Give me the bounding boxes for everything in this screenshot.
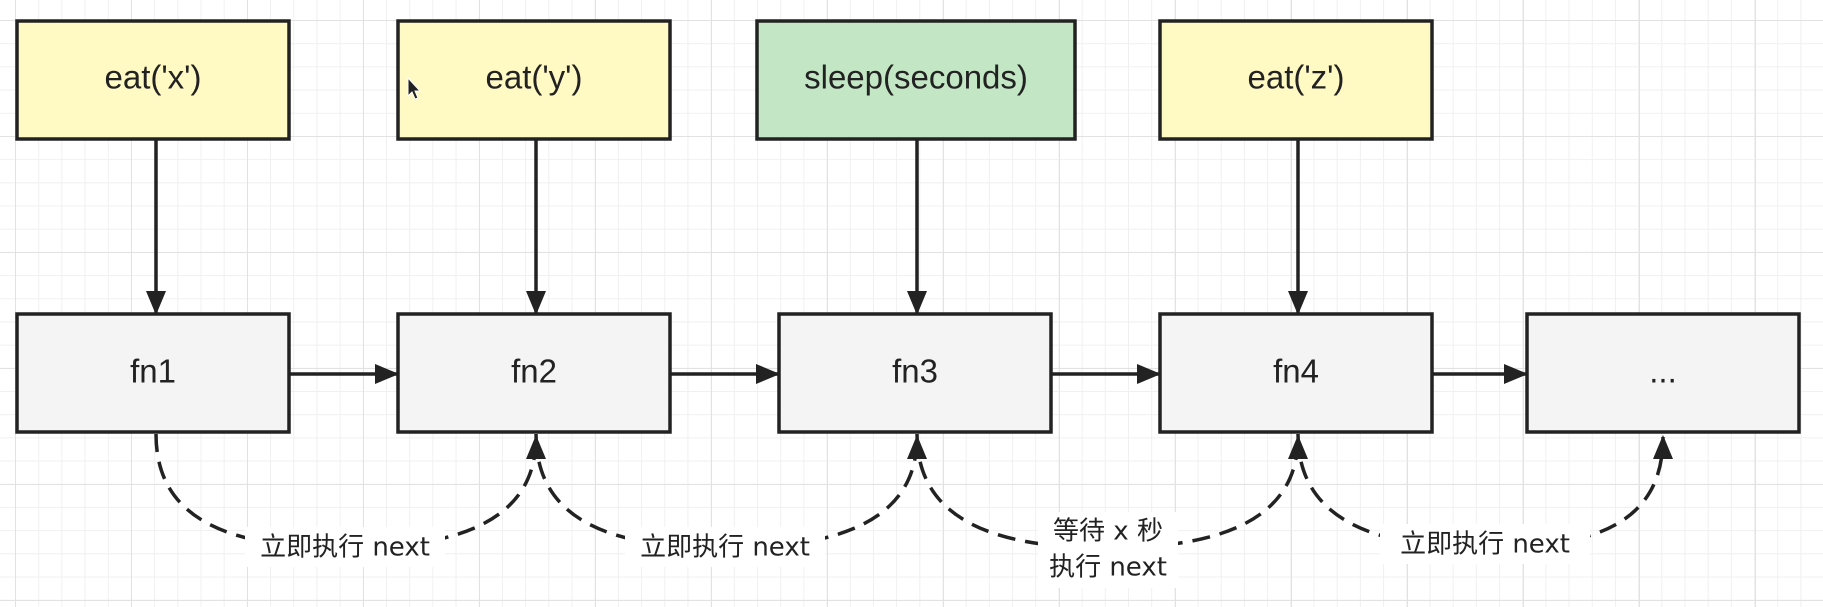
call-node-eat-z-label: eat('z')	[1248, 59, 1345, 96]
call-node-eat-y: eat('y')	[396, 19, 672, 141]
fn-node-4: fn4	[1158, 312, 1434, 434]
fn-node-1-label: fn1	[130, 353, 176, 390]
fn-node-3: fn3	[777, 312, 1053, 434]
fn-node-3-label: fn3	[892, 353, 938, 390]
edge-label-fn1-fn2: 立即执行 next	[260, 533, 430, 563]
fn-node-more: ...	[1525, 312, 1801, 434]
fn-node-4-label: fn4	[1273, 353, 1319, 390]
fn-node-more-label: ...	[1649, 353, 1677, 390]
fn-node-1: fn1	[15, 312, 291, 434]
fn-node-2: fn2	[396, 312, 672, 434]
call-node-eat-x: eat('x')	[15, 19, 291, 141]
call-node-eat-y-label: eat('y')	[486, 59, 583, 96]
flow-diagram: eat('x') eat('y') sleep(seconds) eat('z'…	[15, 19, 1801, 588]
edge-label-fn3-fn4-line2: 执行 next	[1049, 553, 1167, 583]
call-node-sleep: sleep(seconds)	[755, 19, 1077, 141]
call-node-eat-z: eat('z')	[1158, 19, 1434, 141]
edge-label-fn2-fn3: 立即执行 next	[640, 533, 810, 563]
edge-label-fn4-more: 立即执行 next	[1400, 530, 1570, 560]
call-node-sleep-label: sleep(seconds)	[804, 59, 1028, 96]
call-node-eat-x-label: eat('x')	[105, 59, 202, 96]
fn-node-2-label: fn2	[511, 353, 557, 390]
edge-label-fn3-fn4-line1: 等待 x 秒	[1053, 517, 1163, 547]
